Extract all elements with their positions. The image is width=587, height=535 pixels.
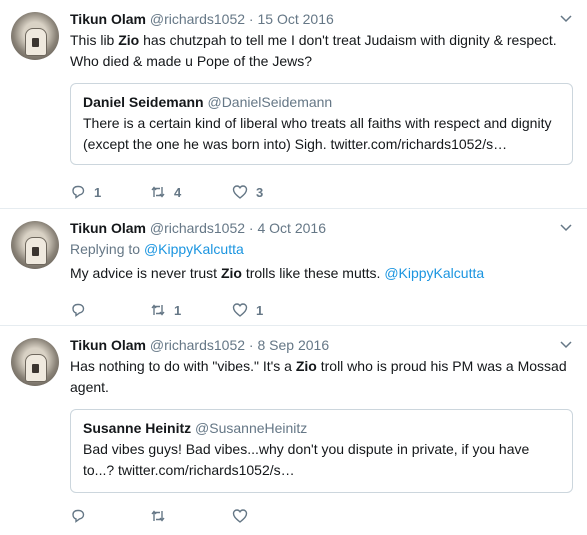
like-button[interactable]: 1 (232, 302, 312, 318)
quoted-author-handle: @DanielSeidemann (207, 94, 333, 110)
author-name[interactable]: Tikun Olam (70, 11, 146, 27)
reply-button[interactable] (70, 302, 150, 318)
tweet-header: Tikun Olam @richards1052 · 4 Oct 2016 (70, 219, 573, 238)
chevron-down-icon[interactable] (559, 220, 573, 234)
reply-button[interactable]: 1 (70, 184, 150, 200)
author-handle[interactable]: @richards1052 (150, 337, 245, 353)
separator-dot: · (248, 220, 254, 236)
reply-icon (72, 303, 85, 317)
replying-to-link[interactable]: @KippyKalcutta (144, 241, 244, 257)
reply-button[interactable] (70, 508, 150, 524)
retweet-icon (151, 186, 165, 198)
chevron-down-icon[interactable] (559, 337, 573, 351)
mention-link[interactable]: @KippyKalcutta (384, 265, 484, 281)
tweet[interactable]: Tikun Olam @richards1052 · 4 Oct 2016 Re… (0, 209, 587, 326)
author-name[interactable]: Tikun Olam (70, 337, 146, 353)
quoted-text: There is a certain kind of liberal who t… (83, 115, 552, 152)
chevron-down-icon[interactable] (559, 11, 573, 25)
tweet-date[interactable]: 15 Oct 2016 (257, 11, 333, 27)
reply-count: 1 (94, 184, 102, 200)
tweet-actions (70, 507, 312, 525)
retweet-button[interactable]: 1 (150, 302, 232, 318)
avatar[interactable] (11, 12, 59, 60)
quoted-author-handle: @SusanneHeinitz (195, 420, 308, 436)
like-count: 1 (256, 302, 264, 318)
heart-icon (232, 509, 248, 523)
like-count: 3 (256, 184, 264, 200)
reply-icon (72, 509, 85, 523)
author-handle[interactable]: @richards1052 (150, 220, 245, 236)
reply-icon (72, 185, 85, 199)
tweet-header: Tikun Olam @richards1052 · 8 Sep 2016 (70, 336, 573, 355)
heart-icon (232, 303, 248, 317)
author-handle[interactable]: @richards1052 (150, 11, 245, 27)
replying-to: Replying to @KippyKalcutta (70, 241, 244, 257)
tweet-text: This lib Zio has chutzpah to tell me I d… (70, 32, 557, 69)
bold-keyword: Zio (118, 32, 140, 48)
heart-icon (232, 185, 248, 199)
quoted-tweet[interactable]: Daniel Seidemann @DanielSeidemann There … (70, 83, 573, 165)
quoted-tweet[interactable]: Susanne Heinitz @SusanneHeinitz Bad vibe… (70, 409, 573, 493)
retweet-button[interactable] (150, 508, 232, 524)
retweet-count: 4 (174, 184, 182, 200)
tweet[interactable]: Tikun Olam @richards1052 · 15 Oct 2016 T… (0, 0, 587, 209)
retweet-icon (151, 304, 165, 316)
retweet-count: 1 (174, 302, 182, 318)
bold-keyword: Zio (295, 358, 317, 374)
avatar[interactable] (11, 338, 59, 386)
tweet[interactable]: Tikun Olam @richards1052 · 8 Sep 2016 Ha… (0, 326, 587, 535)
bold-keyword: Zio (220, 265, 242, 281)
tweet-text: Has nothing to do with "vibes." It's a Z… (70, 358, 567, 395)
like-button[interactable] (232, 508, 312, 524)
author-name[interactable]: Tikun Olam (70, 220, 146, 236)
tweet-header: Tikun Olam @richards1052 · 15 Oct 2016 (70, 10, 573, 29)
separator-dot: · (248, 11, 254, 27)
tweet-text: My advice is never trust Zio trolls like… (70, 265, 485, 281)
avatar[interactable] (11, 221, 59, 269)
quoted-author-name: Daniel Seidemann (83, 94, 204, 110)
tweet-date[interactable]: 4 Oct 2016 (257, 220, 326, 236)
quoted-author-name: Susanne Heinitz (83, 420, 192, 436)
separator-dot: · (248, 337, 254, 353)
tweet-date[interactable]: 8 Sep 2016 (257, 337, 329, 353)
quoted-text: Bad vibes guys! Bad vibes...why don't yo… (83, 441, 530, 478)
retweet-button[interactable]: 4 (150, 184, 232, 200)
tweet-actions: 1 4 3 (70, 183, 312, 201)
retweet-icon (151, 510, 165, 522)
like-button[interactable]: 3 (232, 184, 312, 200)
tweet-actions: 1 1 (70, 301, 312, 319)
